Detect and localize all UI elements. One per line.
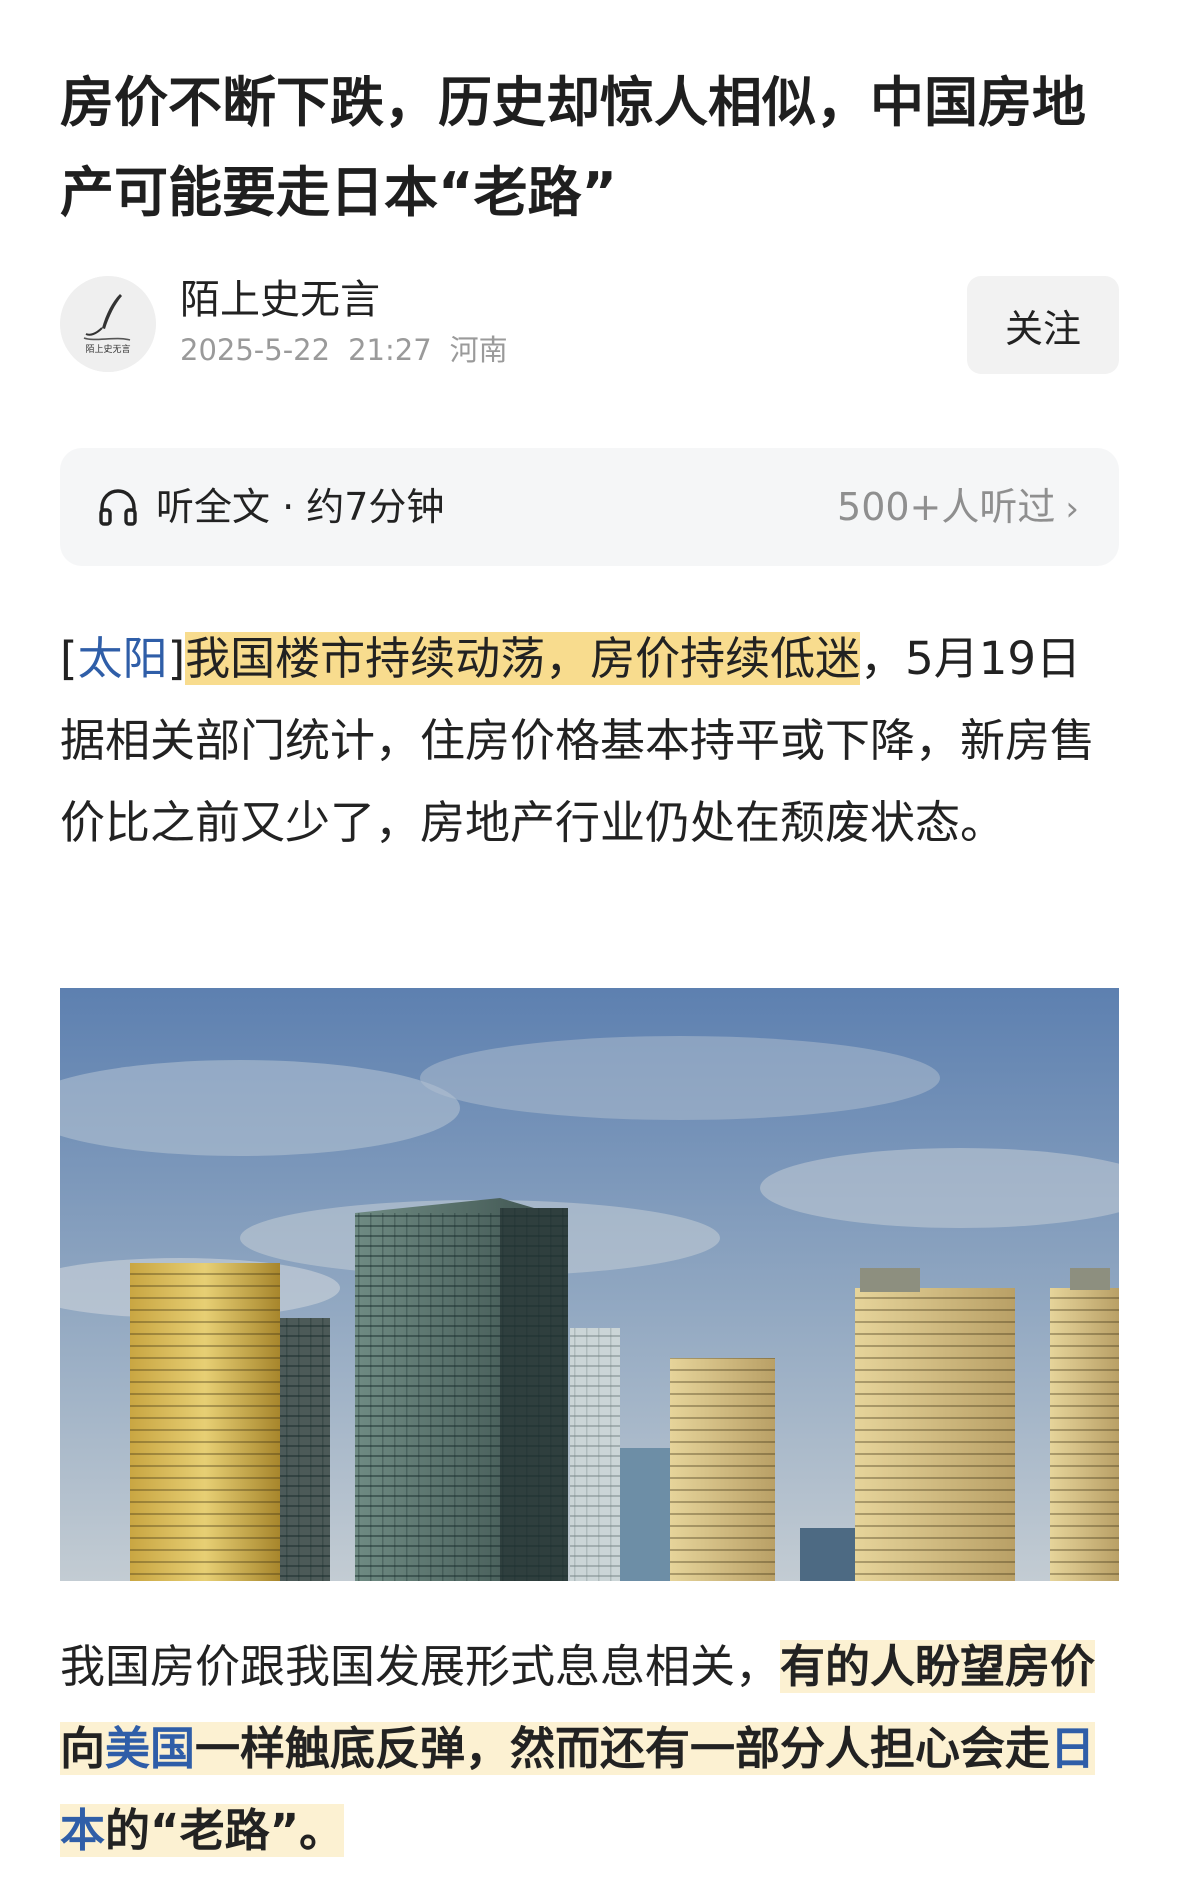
avatar-logo-text: 陌上史无言 [85, 343, 130, 355]
link-usa[interactable]: 美国 [105, 1722, 196, 1775]
listen-count: 500+人听过 [837, 485, 1056, 529]
listen-label: 听全文 · 约7分钟 [156, 485, 445, 529]
publish-date: 2025-5-22 [180, 333, 331, 367]
author-name[interactable]: 陌上史无言 [180, 276, 380, 324]
paragraph-2-lead: 我国房价跟我国发展形式息息相关， [60, 1640, 781, 1693]
follow-button[interactable]: 关注 [967, 276, 1119, 374]
article-title: 房价不断下跌，历史却惊人相似，中国房地产可能要走日本“老路” [60, 71, 1086, 224]
bold-highlight-b: 一样触底反弹，然而还有一部分人担心会走 [195, 1722, 1051, 1775]
city-skyline-illustration [60, 988, 1119, 1581]
chevron-right-icon: › [1065, 489, 1079, 529]
paragraph-2: 我国房价跟我国发展形式息息相关，有的人盼望房价向美国一样触底反弹，然而还有一部分… [60, 1626, 1120, 1872]
tag-bracket-open: [ [60, 632, 78, 685]
tag-link[interactable]: 太阳 [78, 632, 168, 685]
listen-count-group: 500+人听过 › [837, 448, 1079, 568]
paragraph-1: [太阳]我国楼市持续动荡，房价持续低迷，5月19日据相关部门统计，住房价格基本持… [60, 618, 1120, 864]
author-row: 陌上史无言 陌上史无言 2025-5-22 21:27 河南 关注 [60, 276, 1119, 374]
headphones-icon [99, 489, 137, 526]
article-page: 房价不断下跌，历史却惊人相似，中国房地产可能要走日本“老路” 陌上史无言 陌上史… [0, 0, 1179, 1901]
author-meta: 2025-5-22 21:27 河南 [180, 332, 526, 368]
publish-time: 21:27 [348, 333, 432, 367]
author-avatar[interactable]: 陌上史无言 [60, 276, 156, 372]
tag-bracket-close: ] [167, 632, 186, 685]
publish-location: 河南 [449, 333, 508, 367]
bold-highlight-c: 的“老路”。 [105, 1804, 345, 1857]
city-skyline-photo[interactable] [60, 988, 1119, 1581]
highlighted-text: 我国楼市持续动荡，房价持续低迷 [185, 632, 861, 685]
listen-full-text-bar[interactable]: 听全文 · 约7分钟 500+人听过 › [60, 448, 1119, 566]
quill-logo-icon: 陌上史无言 [60, 276, 156, 372]
